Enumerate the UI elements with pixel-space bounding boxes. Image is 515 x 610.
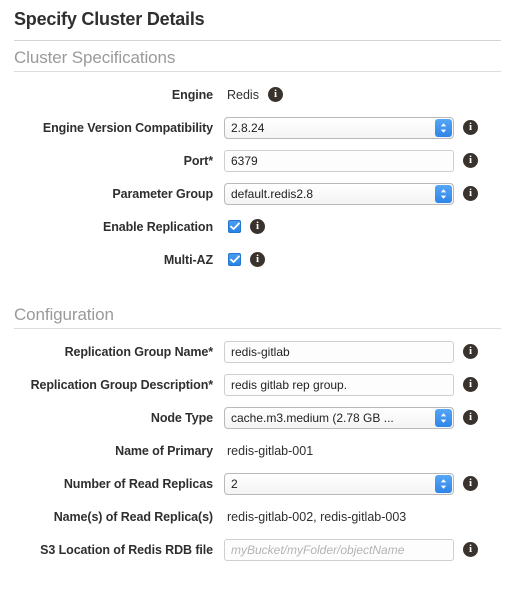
engine-value: Redis	[227, 87, 259, 102]
check-icon	[229, 255, 240, 264]
page-title: Specify Cluster Details	[14, 9, 205, 29]
section-configuration: ConfigurationReplication Group Name*iRep…	[0, 298, 515, 566]
field-label: Port*	[183, 153, 213, 168]
form-row-enable-replication: Enable Replication i	[0, 210, 515, 243]
field-label: Name of Primary	[115, 443, 213, 458]
field-label: Replication Group Name*	[64, 344, 214, 359]
chevron-updown-icon[interactable]	[435, 408, 452, 427]
field-label: Name(s) of Read Replica(s)	[53, 509, 213, 524]
section-rows: Replication Group Name*iReplication Grou…	[0, 329, 515, 566]
field-control: i	[224, 252, 265, 267]
field-control: i	[224, 373, 478, 396]
section-rows: Engine Redis i Engine Version Compatibility…	[0, 72, 515, 276]
chevron-updown-icon[interactable]	[435, 474, 452, 493]
info-glyph: i	[468, 345, 473, 357]
field-label: Number of Read Replicas	[63, 476, 213, 491]
select-value: 2.8.24	[224, 116, 454, 139]
info-icon[interactable]: i	[463, 344, 478, 359]
field-control: redis-gitlab-002, redis-gitlab-003	[224, 510, 430, 524]
form-row-engine-version-compatibility: Engine Version Compatibility 2.8.24 i	[0, 111, 515, 144]
info-glyph: i	[255, 253, 260, 265]
replication-group-name-input[interactable]	[224, 340, 454, 363]
field-label: Multi-AZ	[163, 252, 213, 267]
field-control: default.redis2.8 i	[224, 182, 478, 205]
form-row-multi-az: Multi-AZ i	[0, 243, 515, 276]
section-legend: Cluster Specifications	[14, 48, 176, 67]
info-glyph: i	[468, 543, 473, 555]
info-glyph: i	[255, 220, 260, 232]
form-sections: Cluster Specifications Engine Redis i Engine…	[0, 41, 515, 566]
info-icon[interactable]: i	[250, 252, 265, 267]
select-value: 2	[224, 472, 454, 495]
enable-replication-checkbox[interactable]	[228, 220, 241, 233]
field-control: 2.8.24 i	[224, 116, 478, 139]
form-row-node-type: Node Type cache.m3.medium (2.78 GB ... i	[0, 401, 515, 434]
info-icon[interactable]: i	[463, 542, 478, 557]
info-glyph: i	[468, 154, 473, 166]
parameter-group-select[interactable]: default.redis2.8	[224, 182, 454, 205]
info-icon[interactable]: i	[463, 186, 478, 201]
info-glyph: i	[468, 378, 473, 390]
info-glyph: i	[468, 187, 473, 199]
info-glyph: i	[468, 411, 473, 423]
field-control: redis-gitlab-001	[224, 444, 337, 458]
info-icon[interactable]: i	[463, 476, 478, 491]
field-control: 2i	[224, 472, 478, 495]
form-row-number-of-read-replicas: Number of Read Replicas 2 i	[0, 467, 515, 500]
name-of-primary-value: redis-gitlab-001	[227, 443, 314, 458]
field-label: Replication Group Description*	[30, 377, 214, 392]
chevron-updown-icon[interactable]	[435, 184, 452, 203]
field-control: Redis i	[224, 87, 283, 102]
section-legend: Configuration	[14, 305, 114, 324]
info-icon[interactable]: i	[267, 87, 283, 102]
section-cluster-specifications: Cluster Specifications Engine Redis i Engine…	[0, 41, 515, 276]
field-label: Engine Version Compatibility	[42, 120, 213, 135]
replication-group-description-input[interactable]	[224, 373, 454, 396]
s3-location-of-redis-rdb-file-input[interactable]	[224, 538, 454, 561]
info-icon[interactable]: i	[463, 377, 478, 392]
form-row-replication-group-description: Replication Group Description* i	[0, 368, 515, 401]
form-row-engine: Engine Redis i	[0, 78, 515, 111]
chevron-updown-icon[interactable]	[435, 118, 452, 137]
multi-az-checkbox[interactable]	[228, 253, 241, 266]
field-control: cache.m3.medium (2.78 GB ... i	[224, 406, 478, 429]
info-icon[interactable]: i	[250, 219, 265, 234]
field-control: i	[224, 340, 478, 363]
field-control: i	[224, 538, 478, 561]
check-icon	[229, 222, 240, 231]
form-row-port: Port* i	[0, 144, 515, 177]
engine-version-compatibility-select[interactable]: 2.8.24	[224, 116, 454, 139]
form-row-replication-group-name: Replication Group Name* i	[0, 335, 515, 368]
info-glyph: i	[468, 121, 473, 133]
field-control: i	[224, 219, 265, 234]
form-row-name-of-primary: Name of Primary redis-gitlab-001	[0, 434, 515, 467]
info-icon[interactable]: i	[463, 410, 478, 425]
form-row-names-of-read-replicas: Name(s) of Read Replica(s) redis-gitlab-0…	[0, 500, 515, 533]
names-of-read-replicas-value: redis-gitlab-002, redis-gitlab-003	[227, 509, 407, 524]
port-input[interactable]	[224, 149, 454, 172]
form-row-parameter-group: Parameter Group default.redis2.8 i	[0, 177, 515, 210]
field-control: i	[224, 149, 478, 172]
field-label: Enable Replication	[102, 219, 213, 234]
info-glyph: i	[273, 88, 277, 100]
form-row-s3-location-of-redis-rdb-file: S3 Location of Redis RDB file i	[0, 533, 515, 566]
number-of-read-replicas-select[interactable]: 2	[224, 472, 454, 495]
field-label: Node Type	[150, 410, 213, 425]
specify-cluster-details-page: Specify Cluster Details Cluster Specific…	[0, 0, 515, 610]
info-icon[interactable]: i	[463, 153, 478, 168]
field-label: Engine	[171, 87, 213, 102]
info-glyph: i	[468, 477, 473, 489]
field-label: S3 Location of Redis RDB file	[40, 542, 213, 557]
select-value: cache.m3.medium (2.78 GB ...	[224, 406, 454, 429]
select-value: default.redis2.8	[224, 182, 454, 205]
field-label: Parameter Group	[112, 186, 213, 201]
info-icon[interactable]: i	[463, 120, 478, 135]
node-type-select[interactable]: cache.m3.medium (2.78 GB ...	[224, 406, 454, 429]
